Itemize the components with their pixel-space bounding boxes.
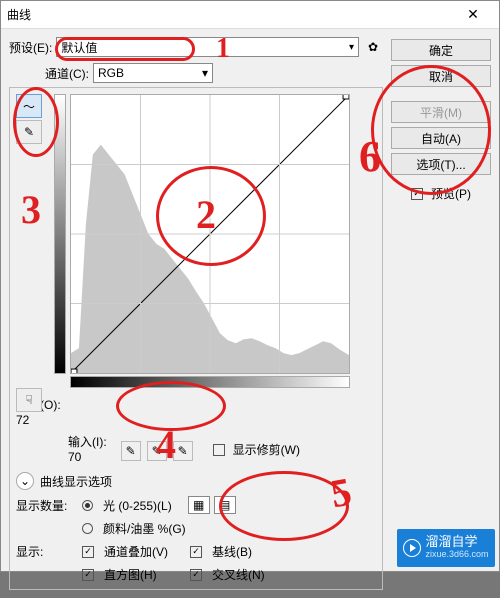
channel-label: 通道(C): (45, 65, 89, 82)
channel-value: RGB (98, 66, 124, 80)
cb-histogram[interactable] (82, 569, 94, 581)
smooth-button[interactable]: 平滑(M) (391, 101, 491, 123)
window-title: 曲线 (7, 6, 453, 23)
radio-pigment-label: 颜料/油墨 %(G) (103, 520, 186, 537)
ok-button[interactable]: 确定 (391, 39, 491, 61)
pencil-tool-button[interactable]: ✎ (16, 120, 42, 144)
cb-baseline[interactable] (190, 546, 202, 558)
play-icon (403, 539, 421, 557)
display-options-header: 曲线显示选项 (40, 473, 112, 490)
chevron-down-icon: ▾ (349, 42, 354, 53)
preview-label: 预览(P) (431, 185, 471, 202)
preset-select[interactable]: 默认值 ▾ (56, 37, 359, 57)
dialog-window: 曲线 ✕ 预设(E): 默认值 ▾ ✿ 通道(C): RGB ▾ (0, 0, 500, 572)
curve-tool-button[interactable]: 〜 (16, 94, 42, 118)
gear-icon[interactable]: ✿ (363, 40, 383, 54)
cb-intersection[interactable] (190, 569, 202, 581)
cb-intersection-label: 交叉线(N) (212, 566, 265, 583)
watermark-url: zixue.3d66.com (425, 548, 488, 560)
output-value: 72 (16, 413, 29, 427)
options-button[interactable]: 选项(T)... (391, 153, 491, 175)
eyedropper-white[interactable]: ✎ (173, 441, 193, 461)
input-label: 输入(I): (68, 433, 107, 450)
cb-histogram-label: 直方图(H) (104, 566, 184, 583)
cb-channel-overlay-label: 通道叠加(V) (104, 543, 184, 560)
radio-pigment[interactable] (82, 523, 93, 534)
radio-light-label: 光 (0-255)(L) (103, 497, 172, 514)
chevron-down-icon: ▾ (202, 66, 208, 80)
curves-chart[interactable] (70, 94, 350, 374)
curve-line (71, 95, 349, 373)
hand-tool-button[interactable]: ☟ (16, 388, 42, 412)
watermark: 溜溜自学 zixue.3d66.com (397, 529, 495, 567)
watermark-brand: 溜溜自学 (425, 536, 488, 548)
input-value: 70 (68, 450, 107, 464)
show-label: 显示: (16, 543, 76, 560)
grid-large-icon[interactable]: ▤ (214, 496, 236, 514)
preset-value: 默认值 (61, 39, 97, 56)
input-gradient (70, 376, 350, 388)
display-qty-label: 显示数量: (16, 497, 76, 514)
eyedropper-black[interactable]: ✎ (121, 441, 141, 461)
cb-channel-overlay[interactable] (82, 546, 94, 558)
preset-label: 预设(E): (9, 39, 52, 56)
titlebar[interactable]: 曲线 ✕ (1, 1, 499, 29)
channel-row: 通道(C): RGB ▾ (45, 63, 383, 83)
show-clipping-label: 显示修剪(W) (233, 441, 300, 458)
radio-light[interactable] (82, 500, 93, 511)
curves-panel: 〜 ✎ (9, 87, 383, 590)
cb-baseline-label: 基线(B) (212, 543, 252, 560)
collapse-icon[interactable]: ⌄ (16, 472, 34, 490)
eyedropper-gray[interactable]: ✎ (147, 441, 167, 461)
preview-checkbox[interactable] (411, 188, 423, 200)
auto-button[interactable]: 自动(A) (391, 127, 491, 149)
close-icon[interactable]: ✕ (453, 6, 493, 23)
cancel-button[interactable]: 取消 (391, 65, 491, 87)
grid-small-icon[interactable]: ▦ (188, 496, 210, 514)
show-clipping-checkbox[interactable] (213, 444, 225, 456)
channel-select[interactable]: RGB ▾ (93, 63, 213, 83)
preset-row: 预设(E): 默认值 ▾ ✿ (9, 37, 383, 57)
output-gradient (54, 94, 66, 374)
